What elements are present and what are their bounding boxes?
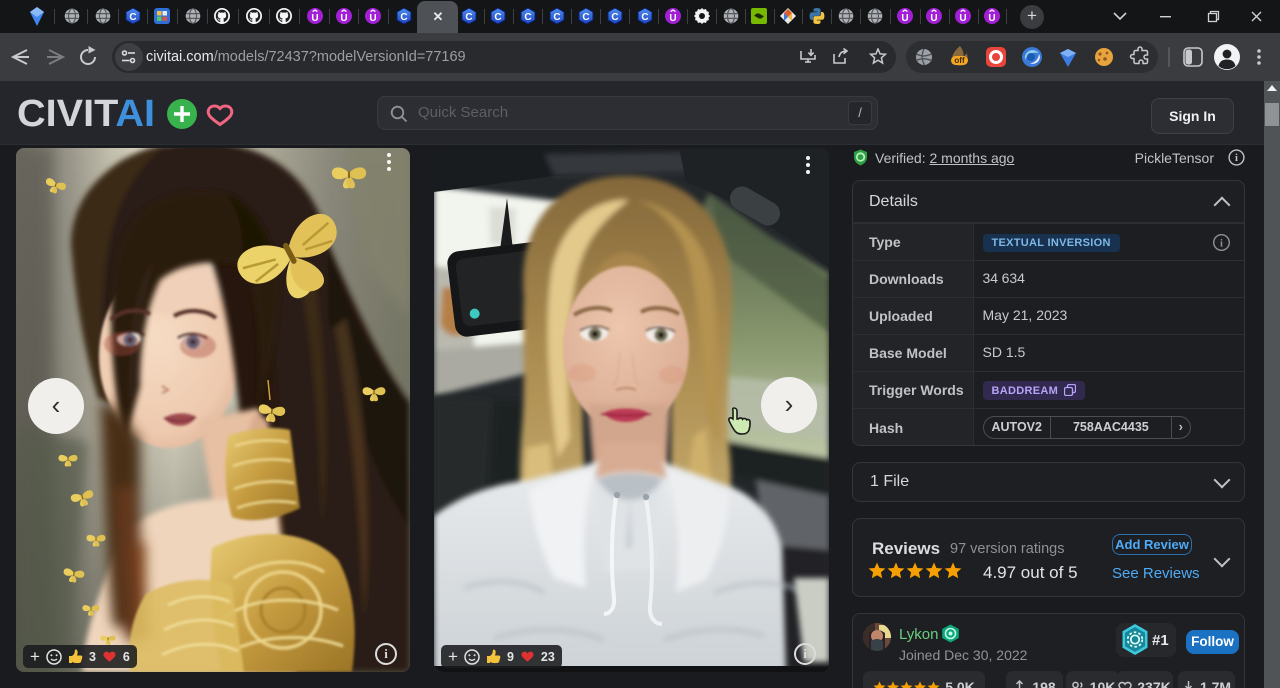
svg-text:i: i — [1220, 238, 1223, 249]
svg-text:CIVITAI: CIVITAI — [17, 97, 155, 131]
svg-text:off: off — [954, 56, 965, 65]
svg-text:i: i — [1235, 153, 1238, 164]
